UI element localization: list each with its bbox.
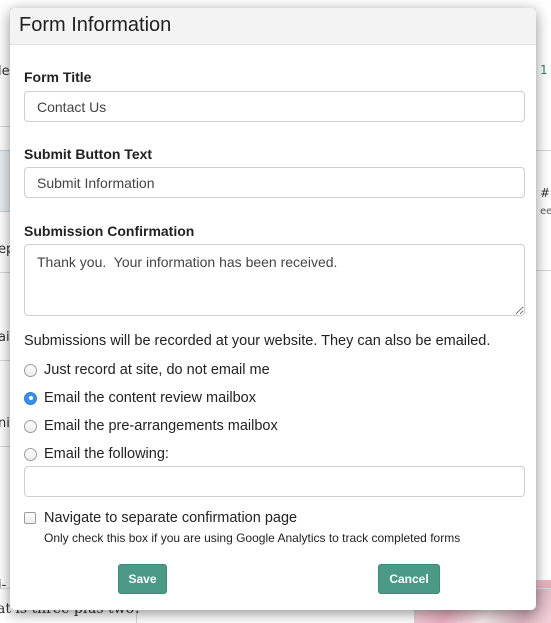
radio-option-record-only[interactable]: Just record at site, do not email me (24, 360, 270, 380)
radio-button[interactable] (24, 363, 37, 377)
modal-header: Form Information (10, 8, 536, 45)
radio-option-pre-arrangements-mailbox[interactable]: Email the pre-arrangements mailbox (24, 416, 278, 436)
radio-option-label: Email the content review mailbox (44, 390, 256, 406)
background-divider (536, 270, 551, 271)
submission-confirmation-label: Submission Confirmation (24, 223, 195, 239)
background-top-strip (0, 0, 551, 8)
navigate-confirmation-page-option[interactable]: Navigate to separate confirmation page (24, 508, 297, 528)
background-panel (0, 150, 10, 212)
save-button[interactable]: Save (118, 564, 167, 594)
background-text-fragment: ni (0, 416, 10, 431)
background-text-fragment: 1 (540, 63, 548, 77)
background-divider (0, 360, 10, 361)
navigate-confirmation-checkbox[interactable] (24, 512, 36, 524)
radio-option-label: Email the pre-arrangements mailbox (44, 418, 278, 434)
recording-info-text: Submissions will be recorded at your web… (24, 333, 491, 349)
form-title-label: Form Title (24, 69, 92, 85)
cancel-button[interactable]: Cancel (378, 564, 440, 594)
navigate-confirmation-help-text: Only check this box if you are using Goo… (44, 531, 461, 545)
background-right-column: 1 # ee (536, 0, 551, 623)
background-text-fragment: ep (0, 242, 10, 257)
background-divider (0, 446, 10, 447)
radio-option-label: Just record at site, do not email me (44, 362, 270, 378)
form-title-input[interactable] (24, 91, 525, 122)
radio-button-selected[interactable] (24, 391, 37, 405)
radio-button[interactable] (24, 447, 37, 461)
submit-button-text-input[interactable] (24, 167, 525, 198)
background-left-column: le ep ai ni i- (0, 0, 10, 623)
radio-button[interactable] (24, 419, 37, 433)
radio-option-email-following[interactable]: Email the following: (24, 444, 169, 464)
submission-confirmation-textarea[interactable]: Thank you. Your information has been rec… (24, 244, 525, 316)
radio-option-label: Email the following: (44, 446, 169, 462)
email-following-input[interactable] (24, 466, 525, 497)
background-text-fragment: # (540, 186, 551, 200)
background-divider (0, 126, 10, 127)
background-text-fragment: ee (540, 206, 551, 217)
navigate-confirmation-label: Navigate to separate confirmation page (44, 510, 298, 526)
submit-button-text-label: Submit Button Text (24, 146, 153, 162)
radio-option-content-review-mailbox[interactable]: Email the content review mailbox (24, 388, 256, 408)
background-divider (536, 150, 551, 151)
modal-title: Form Information (19, 14, 172, 36)
form-information-modal: Form Information Form Title Submit Butto… (10, 8, 536, 610)
background-text-fragment: le (0, 64, 10, 79)
background-text-fragment: ai (0, 330, 10, 345)
background-divider (0, 272, 10, 273)
